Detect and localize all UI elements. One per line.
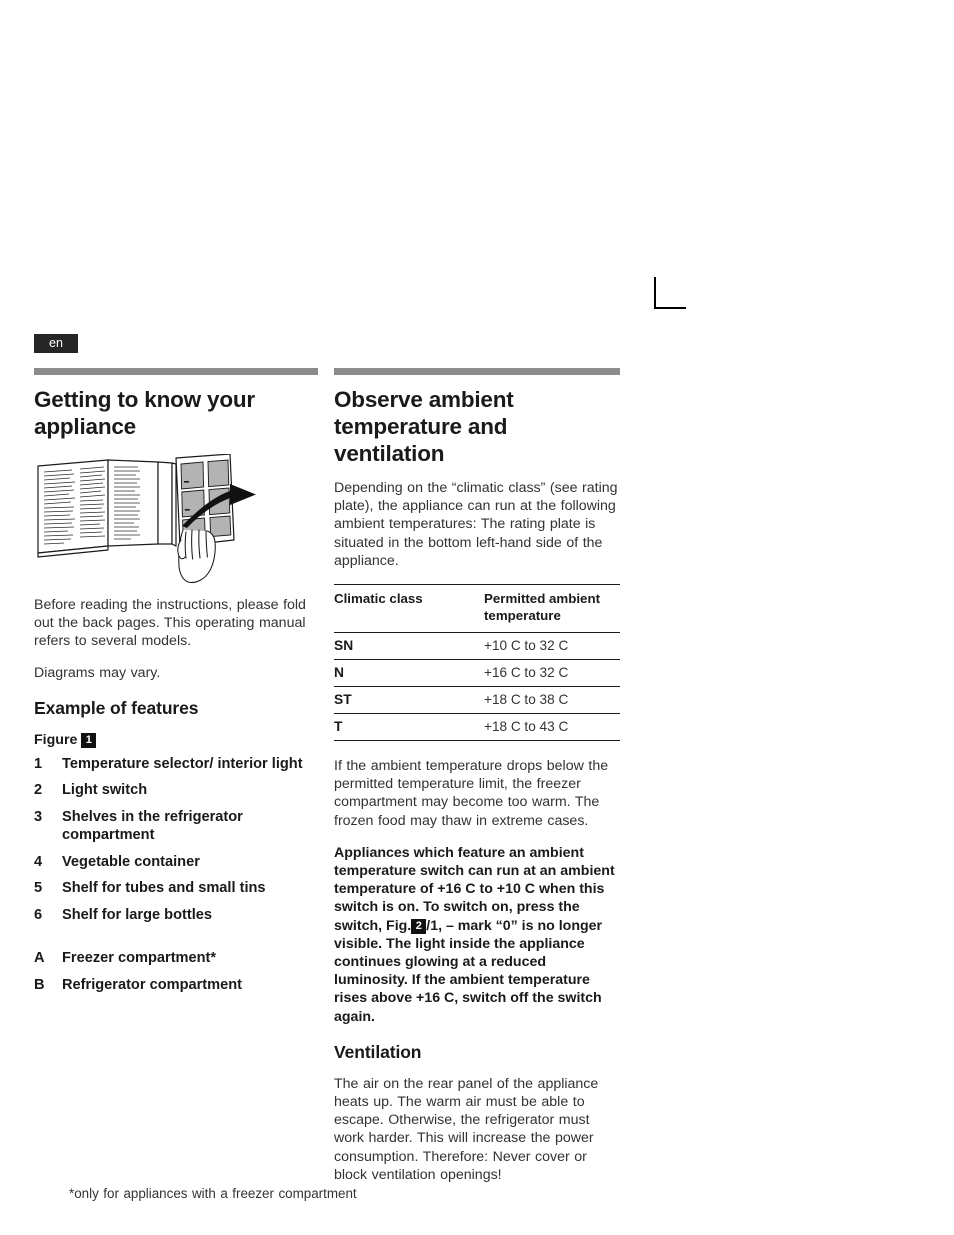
table-row: T +18 C to 43 C <box>334 713 620 742</box>
column-header-climatic-class: Climatic class <box>334 584 474 634</box>
diagrams-note-paragraph: Diagrams may vary. <box>34 664 161 681</box>
figure-word: Figure <box>34 731 78 748</box>
right-column: Observe ambient temperature and ventilat… <box>334 368 620 1184</box>
column-header-permitted-temperature: Permitted ambient temperature <box>474 584 620 634</box>
cell-climatic-class: ST <box>334 686 474 715</box>
feature-number: 5 <box>34 880 43 897</box>
ambient-switch-bold-paragraph: Appliances which feature an ambient temp… <box>334 844 620 1026</box>
cell-permitted-temperature: +10 C to 32 C <box>474 632 620 661</box>
climatic-class-table: Climatic class Permitted ambient tempera… <box>334 584 620 742</box>
list-item: 4 Vegetable container <box>34 853 318 872</box>
feature-label: Shelf for tubes and small tins <box>62 880 266 897</box>
feature-label: Light switch <box>62 782 148 799</box>
page-title-getting-to-know: Getting to know your appliance <box>34 387 255 439</box>
figure-reference-label: Figure 1 <box>34 731 318 749</box>
features-list: 1 Temperature selector/ interior light 2… <box>34 755 318 995</box>
cell-climatic-class: N <box>334 659 474 688</box>
climatic-class-intro-paragraph: Depending on the “climatic class” (see r… <box>334 480 618 569</box>
cell-permitted-temperature: +18 C to 38 C <box>474 686 620 715</box>
table-header-row: Climatic class Permitted ambient tempera… <box>334 584 620 634</box>
ventilation-paragraph: The air on the rear panel of the applian… <box>334 1075 599 1183</box>
cell-climatic-class: SN <box>334 632 474 661</box>
page-title-observe-ambient-temperature: Observe ambient temperature and ventilat… <box>334 387 514 466</box>
intro-paragraph: Before reading the instructions, please … <box>34 597 306 650</box>
figure-number-badge: 1 <box>81 732 97 748</box>
compartment-letter: A <box>34 950 45 967</box>
ambient-temperature-warning-paragraph: If the ambient temperature drops below t… <box>334 758 609 829</box>
cell-climatic-class: T <box>334 713 474 742</box>
crop-registration-mark <box>654 277 686 309</box>
feature-number: 4 <box>34 853 43 870</box>
feature-number: 3 <box>34 808 43 825</box>
list-separator <box>34 932 318 949</box>
table-row: SN +10 C to 32 C <box>334 632 620 661</box>
list-item: 2 Light switch <box>34 781 318 800</box>
cell-permitted-temperature: +18 C to 43 C <box>474 713 620 742</box>
section-rule-bar-left <box>34 368 318 375</box>
page-footnote: *only for appliances with a freezer comp… <box>69 1186 357 1201</box>
list-item: B Refrigerator compartment <box>34 976 318 995</box>
list-item: 3 Shelves in the refrigerator compartmen… <box>34 808 318 845</box>
figure-number-badge: 2 <box>411 918 427 934</box>
table-row: N +16 C to 32 C <box>334 659 620 688</box>
list-item: A Freezer compartment* <box>34 949 318 968</box>
compartment-label: Freezer compartment* <box>62 950 217 967</box>
compartment-label: Refrigerator compartment <box>62 976 243 993</box>
open-book-illustration-svg <box>37 454 256 583</box>
feature-label: Shelves in the refrigerator compartment <box>62 808 243 844</box>
feature-label: Vegetable container <box>62 853 200 870</box>
table-row: ST +18 C to 38 C <box>334 686 620 715</box>
left-column: Getting to know your appliance Before re… <box>34 368 318 1002</box>
compartment-letter: B <box>34 976 45 993</box>
language-tag: en <box>34 334 78 353</box>
feature-label: Shelf for large bottles <box>62 906 213 923</box>
list-item: 5 Shelf for tubes and small tins <box>34 879 318 898</box>
section-rule-bar-right <box>334 368 620 375</box>
hand-illustration <box>177 529 216 583</box>
foldout-manual-illustration <box>34 454 274 584</box>
subheading-ventilation: Ventilation <box>334 1041 422 1062</box>
list-item: 6 Shelf for large bottles <box>34 906 318 925</box>
feature-label: Temperature selector/ interior light <box>62 755 303 772</box>
subheading-example-of-features: Example of features <box>34 697 199 718</box>
list-item: 1 Temperature selector/ interior light <box>34 755 318 774</box>
cell-permitted-temperature: +16 C to 32 C <box>474 659 620 688</box>
feature-number: 1 <box>34 755 43 772</box>
feature-number: 6 <box>34 906 43 923</box>
feature-number: 2 <box>34 782 43 799</box>
